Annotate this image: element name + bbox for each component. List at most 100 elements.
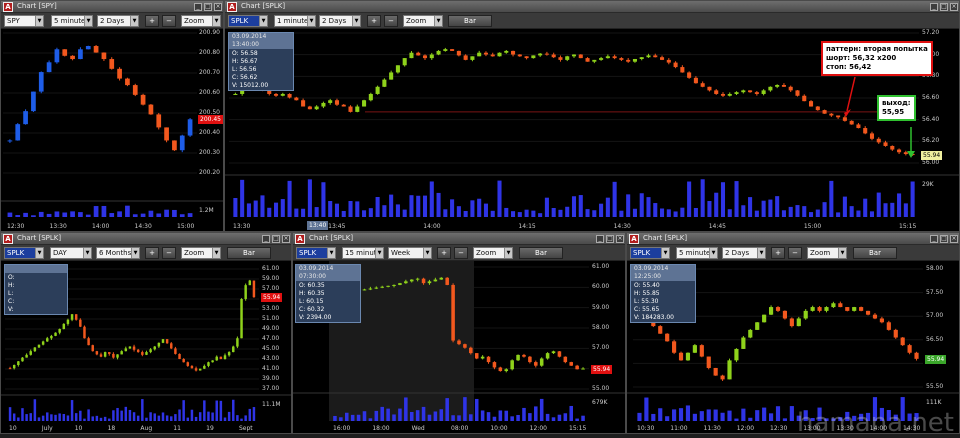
minimize-icon[interactable]: _	[262, 235, 270, 243]
candle-body	[845, 307, 849, 311]
zoom-in-button[interactable]: +	[437, 247, 451, 259]
chart-plot-area[interactable]: 200.90200.80200.70200.60200.50200.40200.…	[1, 29, 223, 231]
volume-bar	[510, 416, 514, 421]
candle-body	[236, 338, 238, 346]
maximize-icon[interactable]: □	[272, 235, 280, 243]
chart-plot-area[interactable]: 61.0059.0057.0055.0053.0051.0049.0047.00…	[1, 261, 291, 433]
symbol-select[interactable]: SPLK▼	[228, 15, 268, 27]
close-icon[interactable]: ×	[282, 235, 290, 243]
symbol-select[interactable]: SPLK▼	[630, 247, 670, 259]
candle-body	[575, 366, 579, 370]
period-select[interactable]: 2 Days▼	[722, 247, 766, 259]
candle-body	[153, 347, 155, 350]
zoom-out-button[interactable]: −	[788, 247, 802, 259]
zoom-in-button[interactable]: +	[145, 15, 159, 27]
candle-body	[469, 348, 473, 353]
period-select[interactable]: 6 Months▼	[96, 247, 140, 259]
interval-select[interactable]: 5 minutes▼	[51, 15, 93, 27]
candle-body	[579, 55, 583, 59]
interval-select[interactable]: 5 minutes▼	[676, 247, 718, 259]
volume-bar	[207, 412, 209, 421]
window-titlebar[interactable]: A Chart [SPLK] _ □ ×	[293, 233, 625, 245]
interval-select[interactable]: 1 minute▼	[274, 15, 316, 27]
volume-bar	[244, 415, 246, 421]
volume-bar	[707, 201, 711, 217]
maximize-icon[interactable]: □	[940, 3, 948, 11]
zoom-select[interactable]: Zoom▼	[181, 247, 221, 259]
candle-body	[233, 94, 237, 95]
maximize-icon[interactable]: □	[940, 235, 948, 243]
volume-bar	[404, 397, 408, 421]
symbol-select[interactable]: SPLK▼	[4, 247, 44, 259]
info-c-value: C: 55.65	[634, 306, 692, 314]
symbol-select[interactable]: SPLK▼	[296, 247, 336, 259]
period-select[interactable]: 2 Days▼	[319, 15, 361, 27]
candle-body	[748, 90, 752, 92]
window-titlebar[interactable]: A Chart [SPLK] _ □ ×	[627, 233, 959, 245]
volume-bar	[701, 179, 705, 217]
volume-bar	[672, 409, 676, 421]
candle-body	[96, 351, 98, 354]
zoom-select[interactable]: Zoom▼	[807, 247, 847, 259]
zoom-out-button[interactable]: −	[162, 247, 176, 259]
candle-body	[342, 105, 346, 107]
candle-body	[640, 57, 644, 59]
volume-bar	[464, 211, 468, 217]
y-axis-label: 53.00	[262, 305, 279, 312]
candle-body	[866, 311, 870, 315]
zoom-out-button[interactable]: −	[162, 15, 176, 27]
zoom-in-button[interactable]: +	[771, 247, 785, 259]
volume-bar	[224, 418, 226, 421]
candle-body	[42, 341, 44, 344]
symbol-select[interactable]: SPY▼	[4, 15, 44, 27]
minimize-icon[interactable]: _	[596, 235, 604, 243]
minimize-icon[interactable]: _	[930, 235, 938, 243]
last-price-tag: 55.94	[591, 365, 612, 374]
zoom-select[interactable]: Zoom▼	[181, 15, 221, 27]
minimize-icon[interactable]: _	[930, 3, 938, 11]
zoom-in-button[interactable]: +	[145, 247, 159, 259]
window-titlebar[interactable]: A Chart [SPLK] _ □ ×	[225, 1, 959, 13]
period-select[interactable]: Week▼	[388, 247, 432, 259]
info-h-value: H:	[8, 282, 64, 290]
close-icon[interactable]: ×	[616, 235, 624, 243]
minimize-icon[interactable]: _	[194, 3, 202, 11]
close-icon[interactable]: ×	[950, 235, 958, 243]
candle-body	[281, 94, 285, 96]
window-titlebar[interactable]: A Chart [SPY] _ □ ×	[1, 1, 223, 13]
maximize-icon[interactable]: □	[204, 3, 212, 11]
candle-body	[376, 87, 380, 94]
volume-bar	[790, 406, 794, 421]
bar-type-button[interactable]: Bar	[853, 247, 897, 259]
candle-body	[398, 283, 402, 285]
zoom-value: Zoom	[810, 249, 830, 257]
y-axis-label: 200.60	[199, 89, 220, 96]
bar-type-button[interactable]: Bar	[519, 247, 563, 259]
candle-body	[240, 299, 242, 338]
zoom-select[interactable]: Zoom▼	[473, 247, 513, 259]
maximize-icon[interactable]: □	[606, 235, 614, 243]
volume-bar	[233, 198, 237, 217]
interval-select[interactable]: DAY▼	[50, 247, 92, 259]
chart-plot-area[interactable]: 57.2057.0056.8056.6056.4056.2056.0029K13…	[225, 29, 959, 231]
chart-plot-area[interactable]: 61.0060.0059.0058.0057.0056.0055.00679K1…	[293, 261, 625, 433]
candle-body	[707, 87, 711, 91]
close-icon[interactable]: ×	[214, 3, 222, 11]
interval-select[interactable]: 15 minutes▼	[342, 247, 384, 259]
zoom-in-button[interactable]: +	[367, 15, 381, 27]
volume-bar	[816, 210, 820, 217]
period-select[interactable]: 2 Days▼	[97, 15, 139, 27]
window-titlebar[interactable]: A Chart [SPLK] _ □ ×	[1, 233, 291, 245]
dropdown-arrow-icon: ▼	[131, 248, 139, 258]
bar-type-button[interactable]: Bar	[227, 247, 271, 259]
candle-body	[581, 369, 585, 370]
zoom-out-button[interactable]: −	[454, 247, 468, 259]
bar-type-button[interactable]: Bar	[448, 15, 492, 27]
zoom-select[interactable]: Zoom▼	[403, 15, 443, 27]
candle-body	[687, 72, 691, 77]
y-axis-label: 200.80	[199, 49, 220, 56]
volume-bar	[674, 211, 678, 217]
interval-value: DAY	[53, 249, 67, 257]
zoom-out-button[interactable]: −	[384, 15, 398, 27]
close-icon[interactable]: ×	[950, 3, 958, 11]
